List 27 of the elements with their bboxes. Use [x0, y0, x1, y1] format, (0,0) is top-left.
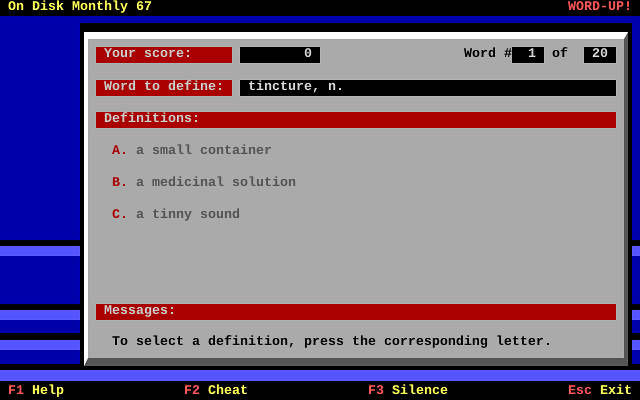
word-number-value: 1	[512, 47, 544, 63]
key-action: Silence	[392, 384, 448, 400]
message-text: To select a definition, press the corresponding letter.	[112, 335, 553, 351]
key-action: Help	[32, 384, 64, 400]
option-letter[interactable]: B.	[112, 176, 128, 192]
score-value: 0	[240, 47, 320, 63]
word-value: tincture, n.	[240, 80, 616, 96]
word-total-value: 20	[584, 47, 616, 63]
option-letter[interactable]: C.	[112, 208, 128, 224]
score-label: Your score:	[96, 47, 232, 63]
option-letter[interactable]: A.	[112, 144, 128, 160]
key-action: Cheat	[208, 384, 248, 400]
key-name: F1	[8, 384, 24, 400]
definitions-header: Definitions:	[96, 112, 616, 128]
of-label: of	[552, 47, 568, 63]
option-text[interactable]: a small container	[136, 144, 272, 160]
app-title: On Disk Monthly 67	[8, 0, 152, 16]
key-action: Exit	[600, 384, 632, 400]
program-name: WORD-UP!	[568, 0, 632, 16]
word-number-label: Word #	[464, 47, 512, 63]
key-name: Esc	[568, 384, 592, 400]
word-label: Word to define:	[96, 80, 232, 96]
option-text[interactable]: a medicinal solution	[136, 176, 296, 192]
key-name: F2	[184, 384, 200, 400]
key-name: F3	[368, 384, 384, 400]
messages-header: Messages:	[96, 304, 616, 320]
option-text[interactable]: a tinny sound	[136, 208, 240, 224]
